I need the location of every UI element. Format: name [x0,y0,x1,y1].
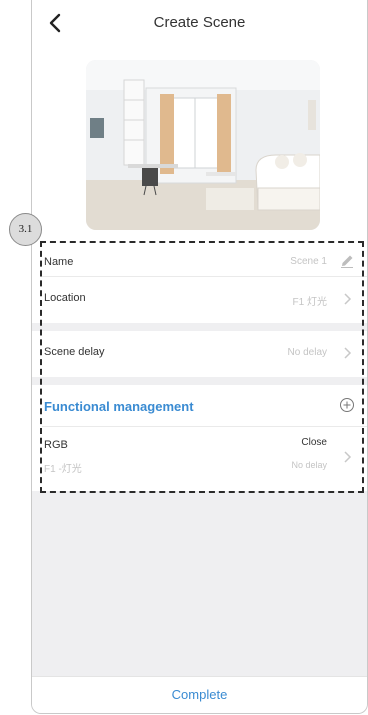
scene-delay-label: Scene delay [44,346,105,358]
complete-button[interactable]: Complete [32,687,367,702]
function-item-name: RGB [44,439,68,451]
pencil-icon[interactable] [339,253,355,269]
chevron-right-icon [344,347,352,359]
plus-circle-icon[interactable] [339,397,355,413]
function-item-state: Close [301,437,327,448]
page-title: Create Scene [153,14,246,31]
annotation-badge: 3.1 [9,213,42,246]
functional-management-section: Functional management RGB F1 -灯光 Close N… [32,385,367,491]
chevron-right-icon [344,293,352,305]
scene-delay-value: No delay [287,347,327,358]
name-value: Scene 1 [290,256,327,267]
location-value: F1 灯光 [292,297,327,308]
function-item-rgb[interactable]: RGB F1 -灯光 Close No delay [32,427,367,487]
function-item-delay: No delay [291,460,327,470]
location-row[interactable]: Location F1 灯光 [32,277,367,323]
location-label: Location [44,292,86,304]
scene-delay-row[interactable]: Scene delay No delay [32,331,367,377]
footer-bar: Complete [32,676,367,713]
function-item-location: F1 -灯光 [44,464,82,475]
functional-management-title: Functional management [44,399,194,414]
chevron-right-icon [344,451,352,463]
scene-image-area [32,46,367,244]
header-bar: Create Scene [32,0,367,47]
phone-screen: Create Scene Name Scene 1 Location F1 灯光… [31,0,368,714]
living-room-picture [86,60,320,230]
name-label: Name [44,256,74,268]
scene-image[interactable] [86,60,320,230]
